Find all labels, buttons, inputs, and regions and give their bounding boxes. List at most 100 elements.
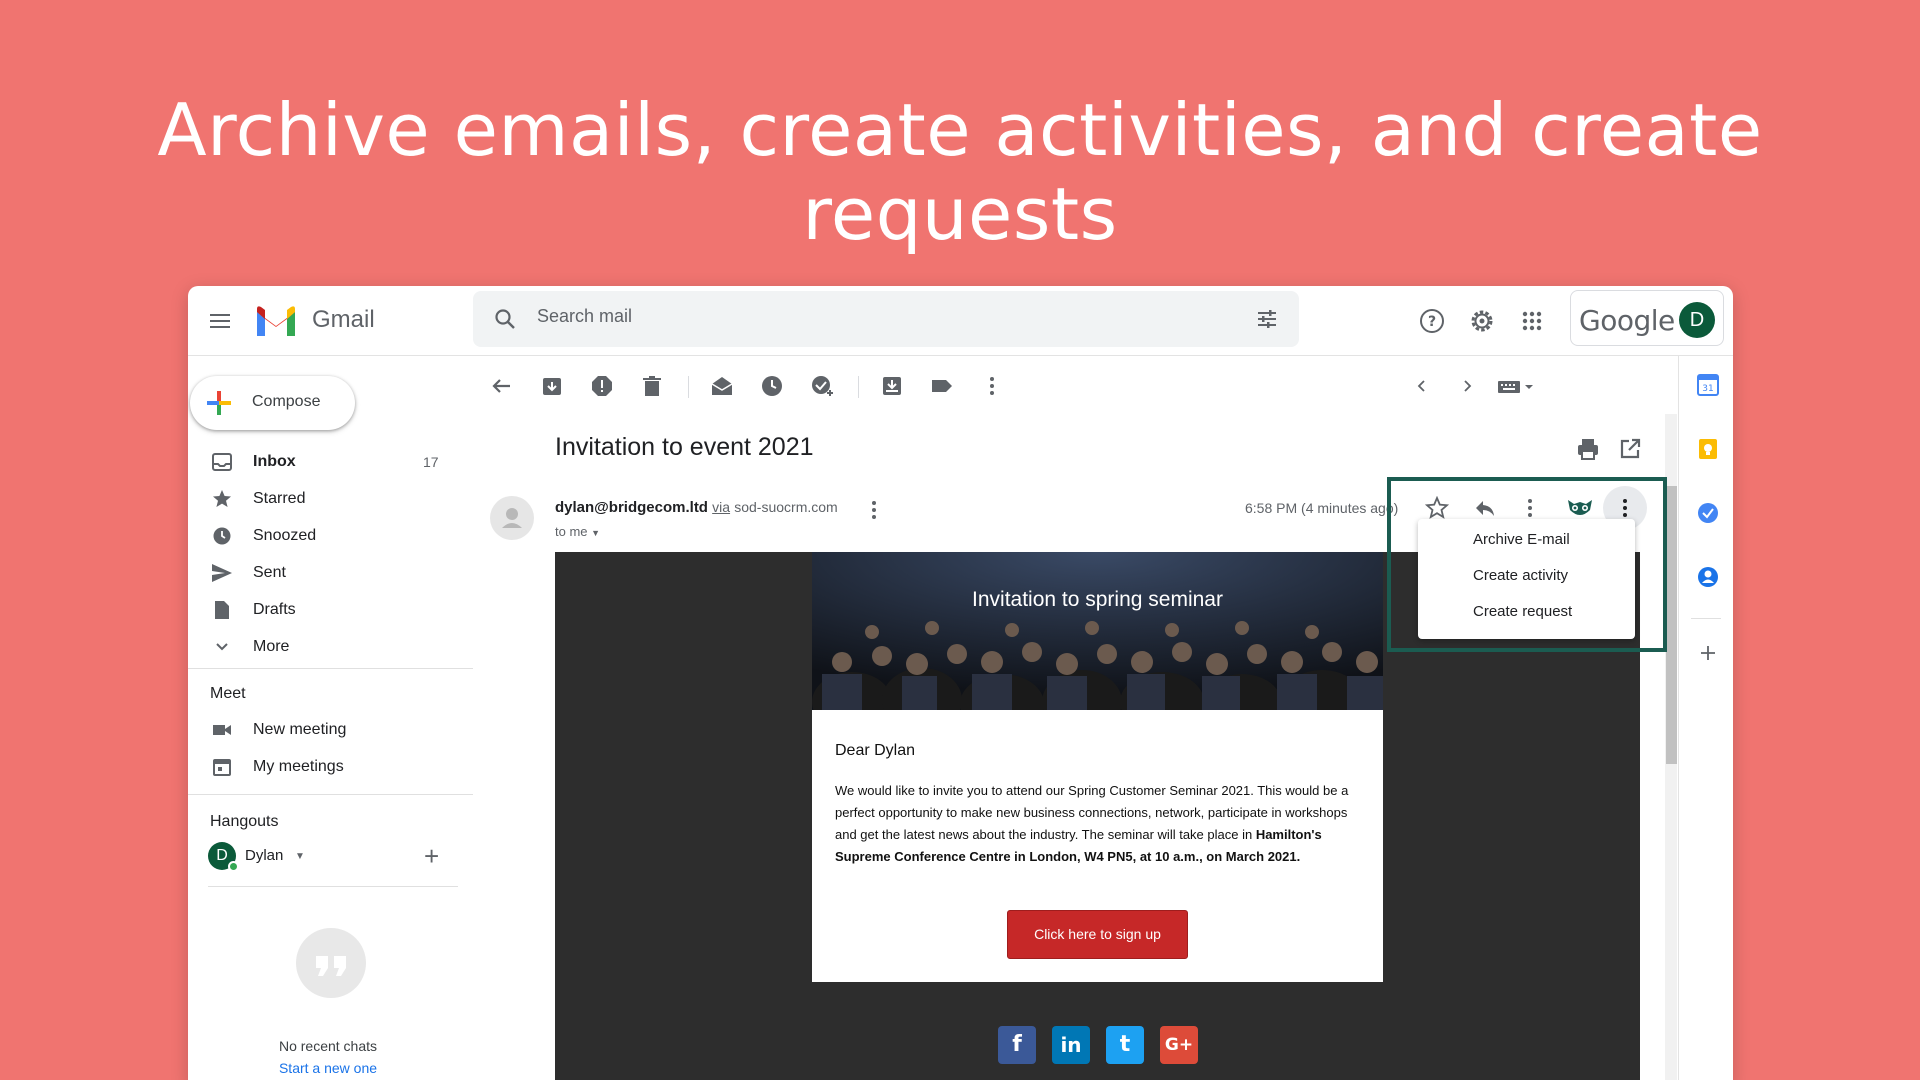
sidebar-item-label: Starred — [253, 490, 306, 507]
search-options-icon[interactable] — [1255, 307, 1279, 331]
sidebar-item-label: Sent — [253, 564, 286, 581]
clock-icon — [213, 527, 231, 545]
gmail-window: Gmail ? — [188, 286, 1733, 1080]
message-timestamp: 6:58 PM (4 minutes ago) — [1245, 500, 1399, 516]
sender-email[interactable]: dylan@bridgecom.ltd — [555, 499, 708, 516]
twitter-icon[interactable]: t — [1106, 1026, 1144, 1064]
sidebar-item-label: Inbox — [253, 453, 296, 470]
sender-line: dylan@bridgecom.ltd via sod-suocrm.com — [555, 499, 838, 516]
gmail-logo-icon[interactable] — [254, 304, 298, 338]
chevron-down-icon — [216, 643, 228, 651]
sender-more-icon[interactable] — [864, 499, 884, 521]
sidebar-item-label: New meeting — [253, 721, 347, 738]
sidebar-nav: Inbox 17 Starred Snoozed Sent Drafts Mor… — [188, 443, 468, 665]
inbox-count: 17 — [423, 454, 439, 470]
meet-nav: New meeting My meetings — [188, 711, 468, 785]
google-account-box[interactable]: Google D — [1570, 290, 1724, 346]
sidebar-item-snoozed[interactable]: Snoozed — [188, 517, 468, 554]
help-icon[interactable]: ? — [1418, 307, 1446, 335]
mark-unread-icon[interactable] — [711, 375, 733, 397]
keyboard-input-icon[interactable] — [1496, 375, 1540, 397]
sidebar-item-drafts[interactable]: Drafts — [188, 591, 468, 628]
send-icon — [212, 564, 232, 582]
svg-text:?: ? — [1428, 314, 1436, 330]
no-recent-chats: No recent chats — [278, 1038, 378, 1054]
google-plus-icon[interactable]: G+ — [1160, 1026, 1198, 1064]
caret-down-icon[interactable]: ▼ — [295, 851, 305, 862]
video-icon — [213, 725, 231, 735]
facebook-icon[interactable]: f — [998, 1026, 1036, 1064]
compose-button[interactable]: Compose — [190, 376, 355, 430]
inbox-icon — [212, 453, 232, 471]
divider — [188, 668, 473, 669]
google-wordmark: Google — [1579, 304, 1675, 337]
sidebar-item-sent[interactable]: Sent — [188, 554, 468, 591]
seminar-banner: Invitation to spring seminar — [812, 552, 1383, 710]
quote-marks-icon — [316, 956, 346, 976]
settings-gear-icon[interactable] — [1468, 307, 1496, 335]
menu-icon[interactable] — [208, 309, 232, 333]
apps-grid-icon[interactable] — [1518, 307, 1546, 335]
gmail-wordmark: Gmail — [312, 306, 375, 333]
sidebar-item-label: Snoozed — [253, 527, 317, 544]
message-subject: Invitation to event 2021 — [555, 433, 814, 461]
email-card: Invitation to spring seminar Dear Dylan … — [812, 552, 1383, 982]
more-options-icon[interactable] — [981, 375, 1003, 397]
recipient-text: to me — [555, 524, 588, 539]
sidebar-item-starred[interactable]: Starred — [188, 480, 468, 517]
chevron-right-icon[interactable] — [1456, 375, 1478, 397]
my-meetings-item[interactable]: My meetings — [188, 748, 468, 785]
via-link[interactable]: via — [712, 499, 730, 515]
google-contacts-icon[interactable] — [1697, 566, 1719, 588]
draft-icon — [215, 601, 229, 619]
google-calendar-icon[interactable]: 31 — [1697, 374, 1719, 396]
move-to-icon[interactable] — [881, 375, 903, 397]
google-keep-icon[interactable] — [1697, 438, 1719, 460]
archive-icon[interactable] — [541, 375, 563, 397]
sign-up-button[interactable]: Click here to sign up — [1007, 910, 1188, 959]
caret-down-icon: ▼ — [591, 528, 601, 538]
back-arrow-icon[interactable] — [490, 375, 512, 397]
sender-avatar — [490, 496, 534, 540]
sidebar-item-more[interactable]: More — [188, 628, 468, 665]
search-icon[interactable] — [493, 307, 517, 331]
sender-domain: sod-suocrm.com — [734, 499, 838, 515]
start-new-chat-link[interactable]: Start a new one — [188, 1060, 468, 1076]
google-tasks-icon[interactable] — [1697, 502, 1719, 524]
search-input[interactable] — [537, 306, 1217, 327]
hangouts-quote-icon — [296, 928, 366, 998]
open-new-window-icon[interactable] — [1618, 437, 1642, 461]
divider — [688, 376, 689, 398]
plus-icon — [207, 391, 231, 415]
compose-label: Compose — [252, 393, 321, 410]
calendar-icon — [213, 759, 231, 776]
delete-trash-icon[interactable] — [641, 375, 663, 397]
new-meeting-item[interactable]: New meeting — [188, 711, 468, 748]
message-toolbar — [473, 356, 1473, 414]
sidebar-item-inbox[interactable]: Inbox 17 — [188, 443, 468, 480]
report-spam-icon[interactable] — [591, 375, 613, 397]
star-icon — [213, 490, 231, 507]
add-task-icon[interactable] — [811, 375, 833, 397]
account-avatar[interactable]: D — [1679, 302, 1715, 338]
recipient-line[interactable]: to me ▼ — [555, 524, 600, 539]
divider — [858, 376, 859, 398]
chevron-left-icon[interactable] — [1411, 375, 1433, 397]
snooze-clock-icon[interactable] — [761, 375, 783, 397]
search-bar[interactable] — [473, 291, 1299, 347]
sidebar-item-label: More — [253, 638, 290, 655]
linkedin-icon[interactable]: in — [1052, 1026, 1090, 1064]
sidebar-item-label: My meetings — [253, 758, 344, 775]
top-bar: Gmail ? — [188, 286, 1733, 356]
sidebar-item-label: Drafts — [253, 601, 296, 618]
person-icon — [502, 508, 522, 528]
side-panel: 31 — [1678, 356, 1733, 1080]
add-addon-plus-icon[interactable] — [1697, 642, 1719, 664]
scrollbar-thumb[interactable] — [1666, 486, 1677, 764]
add-hangout-plus-icon[interactable]: + — [424, 841, 439, 872]
divider — [188, 794, 473, 795]
email-greeting: Dear Dylan — [835, 742, 916, 759]
label-tag-icon[interactable] — [931, 375, 953, 397]
headline: Archive emails, create activities, and c… — [157, 88, 1763, 256]
print-icon[interactable] — [1576, 437, 1600, 461]
